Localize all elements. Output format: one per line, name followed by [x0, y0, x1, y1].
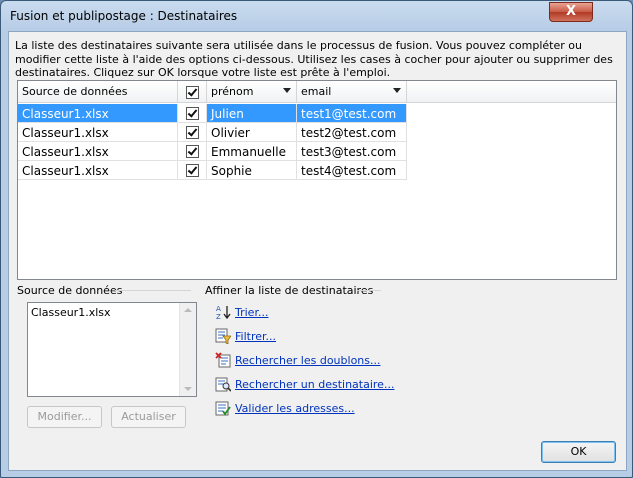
- cell-prenom[interactable]: Emmanuelle: [207, 142, 297, 161]
- cell-email[interactable]: test4@test.com: [297, 161, 407, 180]
- column-header-check[interactable]: [178, 81, 207, 103]
- find-recipient-link[interactable]: Rechercher un destinataire...: [235, 378, 394, 391]
- description-text: La liste des destinataires suivante sera…: [15, 39, 613, 79]
- svg-text:A: A: [216, 305, 221, 313]
- table-row[interactable]: Classeur1.xlsx Emmanuelle test3@test.com: [18, 142, 407, 161]
- row-checkbox[interactable]: [186, 107, 199, 120]
- separator: [115, 290, 191, 291]
- find-recipient-icon: [215, 377, 231, 392]
- filter-icon: [215, 328, 231, 344]
- dialog-window: Fusion et publipostage : Destinataires X…: [0, 0, 633, 478]
- recipients-grid[interactable]: Source de données prénom email Classeur1…: [17, 80, 617, 280]
- cell-prenom[interactable]: Julien: [207, 104, 297, 123]
- cell-source[interactable]: Classeur1.xlsx: [18, 104, 178, 123]
- dropdown-arrow-icon[interactable]: [283, 88, 291, 93]
- datasource-listbox[interactable]: Classeur1.xlsx: [27, 302, 197, 397]
- row-checkbox[interactable]: [186, 164, 199, 177]
- sort-az-icon: A Z: [216, 305, 231, 320]
- scroll-down-icon[interactable]: [184, 387, 192, 391]
- refine-section-label: Affiner la liste de destinataires: [205, 284, 374, 297]
- list-item[interactable]: Classeur1.xlsx: [31, 306, 111, 319]
- refresh-button[interactable]: Actualiser: [111, 406, 186, 428]
- cell-checkbox[interactable]: [178, 104, 207, 123]
- cell-checkbox[interactable]: [178, 142, 207, 161]
- column-header-source[interactable]: Source de données: [18, 81, 178, 103]
- find-duplicates-link[interactable]: Rechercher les doublons...: [235, 354, 381, 367]
- close-button[interactable]: X: [549, 2, 593, 22]
- dialog-content: La liste des destinataires suivante sera…: [8, 31, 627, 471]
- column-header-email[interactable]: email: [297, 81, 407, 103]
- window-title: Fusion et publipostage : Destinataires: [10, 9, 238, 23]
- separator: [357, 290, 381, 291]
- scroll-up-icon[interactable]: [184, 308, 192, 312]
- filter-link[interactable]: Filtrer...: [235, 330, 276, 343]
- find-duplicates-icon: [215, 352, 231, 368]
- cell-email[interactable]: test2@test.com: [297, 123, 407, 142]
- cell-source[interactable]: Classeur1.xlsx: [18, 161, 178, 180]
- cell-email[interactable]: test1@test.com: [297, 104, 407, 123]
- row-checkbox[interactable]: [186, 145, 199, 158]
- cell-prenom[interactable]: Olivier: [207, 123, 297, 142]
- cell-checkbox[interactable]: [178, 161, 207, 180]
- table-row[interactable]: Classeur1.xlsx Julien test1@test.com: [18, 104, 407, 123]
- cell-source[interactable]: Classeur1.xlsx: [18, 142, 178, 161]
- cell-checkbox[interactable]: [178, 123, 207, 142]
- title-bar[interactable]: Fusion et publipostage : Destinataires X: [1, 1, 632, 31]
- cell-email[interactable]: test3@test.com: [297, 142, 407, 161]
- dropdown-arrow-icon[interactable]: [393, 88, 401, 93]
- modify-button[interactable]: Modifier...: [27, 406, 102, 428]
- validate-addresses-icon: [215, 401, 231, 416]
- table-row[interactable]: Classeur1.xlsx Sophie test4@test.com: [18, 161, 407, 180]
- table-row[interactable]: Classeur1.xlsx Olivier test2@test.com: [18, 123, 407, 142]
- select-all-checkbox[interactable]: [186, 86, 199, 99]
- svg-text:Z: Z: [216, 313, 221, 320]
- cell-source[interactable]: Classeur1.xlsx: [18, 123, 178, 142]
- column-header-filler: [407, 81, 616, 103]
- ok-button[interactable]: OK: [541, 441, 616, 463]
- datasource-section-label: Source de données: [17, 284, 123, 297]
- column-header-prenom[interactable]: prénom: [207, 81, 297, 103]
- sort-link[interactable]: Trier...: [235, 306, 268, 319]
- cell-prenom[interactable]: Sophie: [207, 161, 297, 180]
- row-checkbox[interactable]: [186, 126, 199, 139]
- listbox-scrollbar[interactable]: [179, 303, 196, 396]
- validate-addresses-link[interactable]: Valider les adresses...: [235, 402, 355, 415]
